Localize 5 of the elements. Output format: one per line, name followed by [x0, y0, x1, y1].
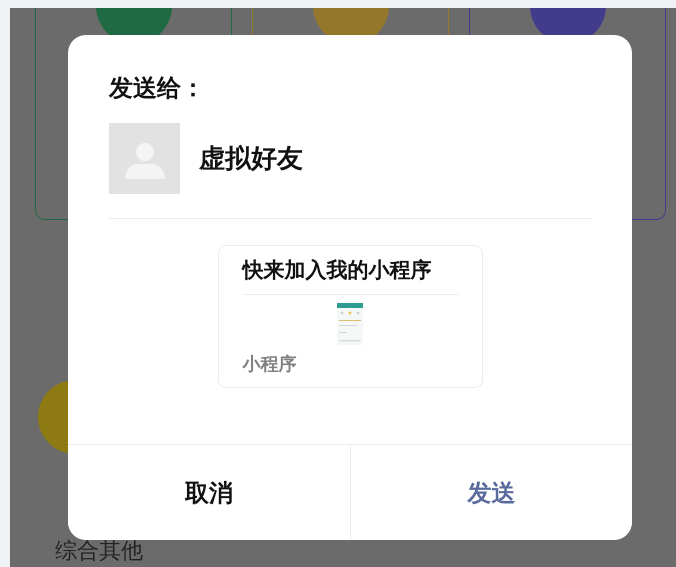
- card-source-label: 小程序: [242, 354, 296, 376]
- section-heading: 综合其他: [55, 539, 144, 565]
- recipient-name: 虚拟好友: [199, 143, 303, 176]
- dialog-title: 发送给：: [109, 73, 205, 103]
- card-title: 快来加入我的小程序: [242, 246, 458, 295]
